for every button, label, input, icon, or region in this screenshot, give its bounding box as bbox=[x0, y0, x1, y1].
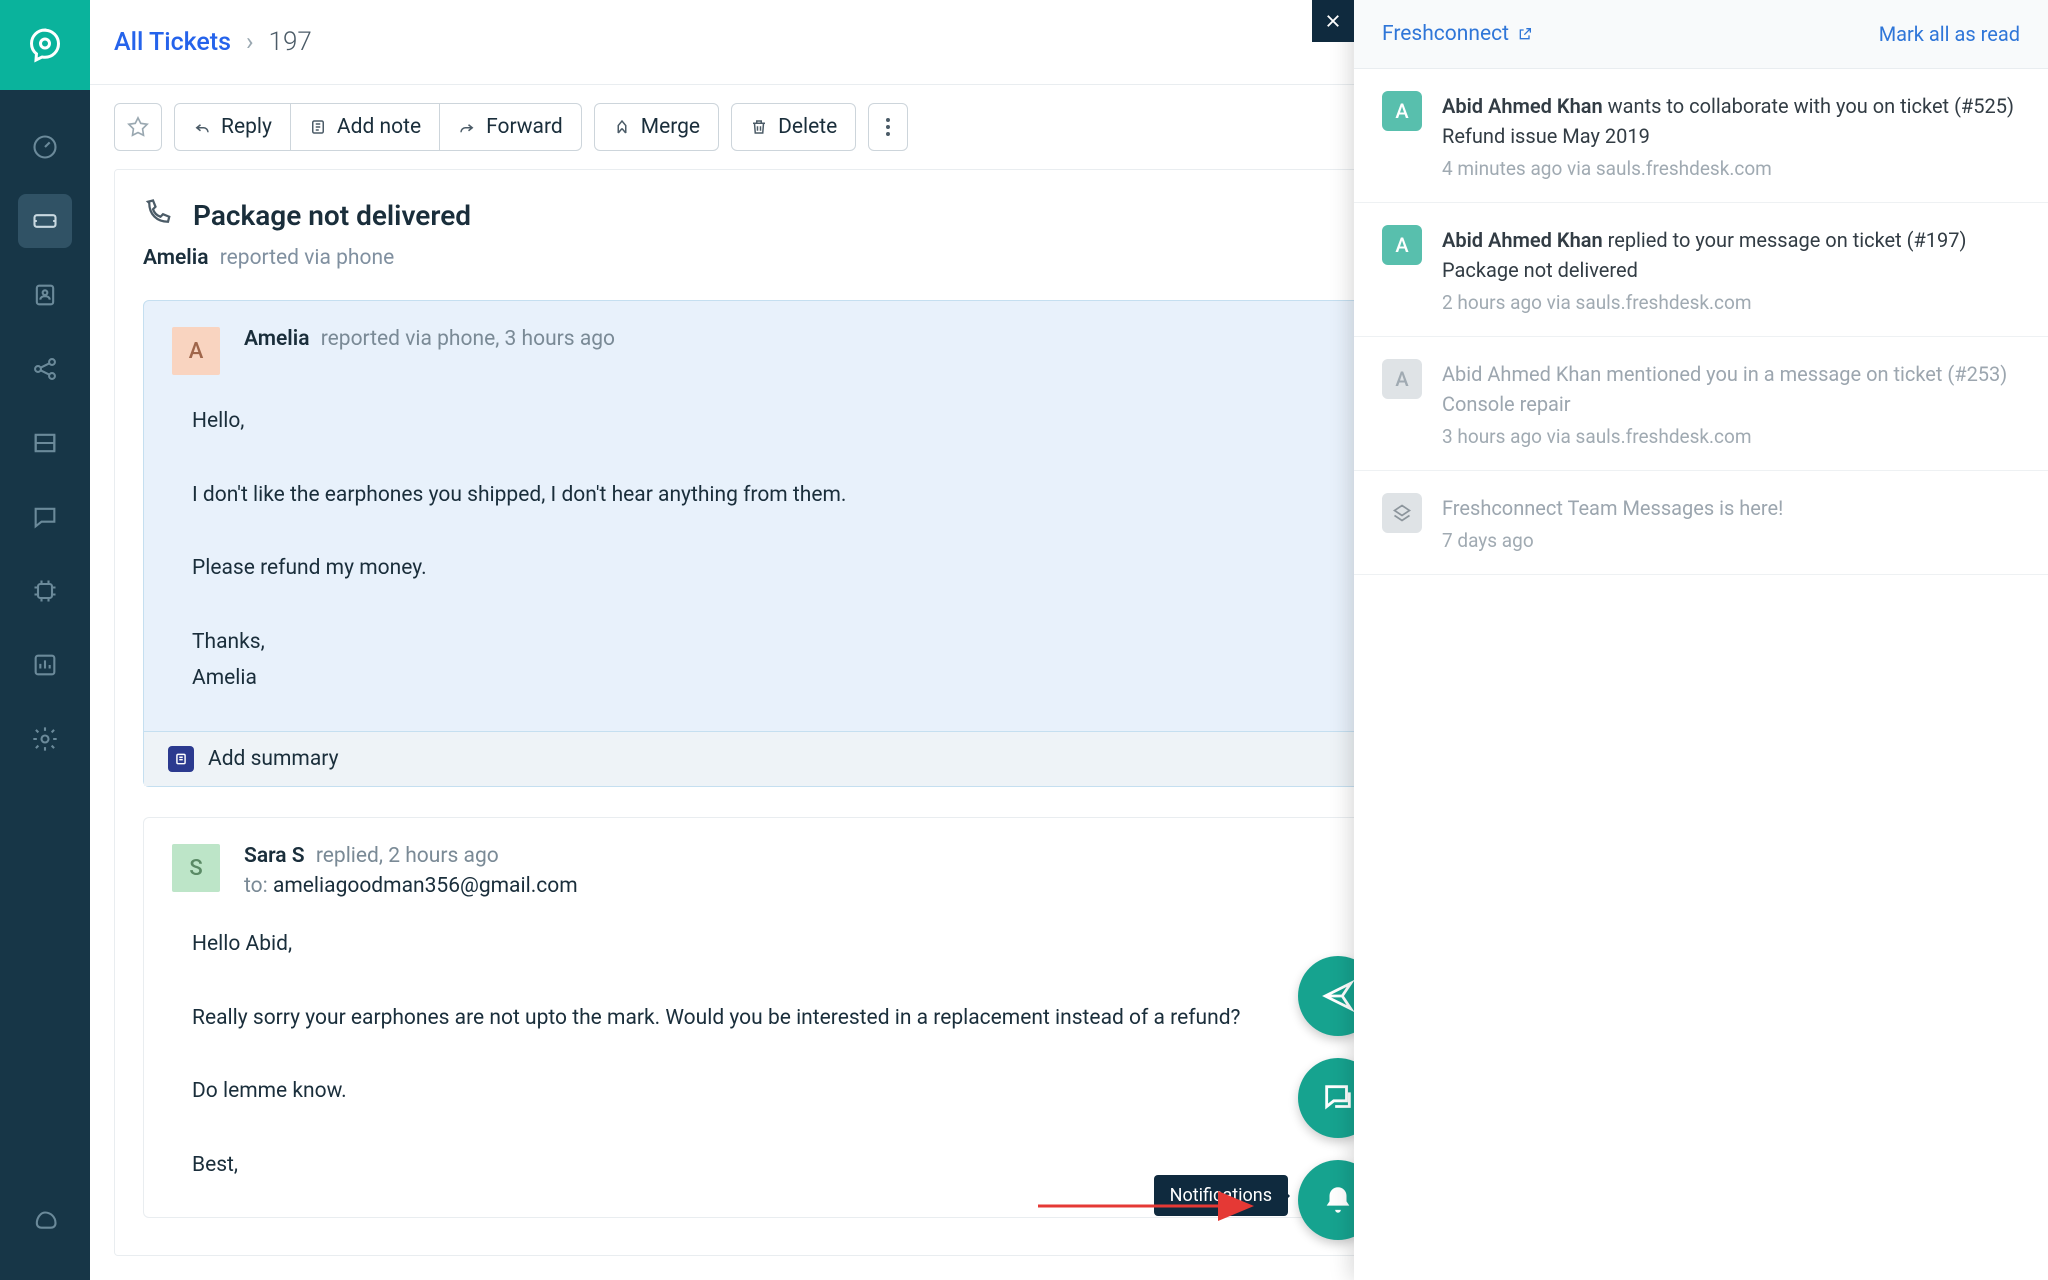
external-link-icon bbox=[1517, 26, 1533, 42]
summary-icon bbox=[168, 746, 194, 772]
to-label: to: bbox=[244, 874, 268, 898]
notif-body: Freshconnect Team Messages is here! bbox=[1442, 493, 1783, 523]
phone-icon bbox=[143, 198, 173, 232]
reporter-via: reported via phone bbox=[220, 246, 395, 270]
reporter-name: Amelia bbox=[143, 246, 209, 270]
annotation-arrow bbox=[1038, 1186, 1268, 1226]
notif-actor: Abid Ahmed Khan bbox=[1442, 228, 1603, 252]
notif-avatar: A bbox=[1382, 359, 1422, 399]
notif-avatar: A bbox=[1382, 91, 1422, 131]
ticket-title: Package not delivered bbox=[193, 199, 471, 232]
add-summary-label: Add summary bbox=[208, 747, 339, 771]
msg-author: Amelia bbox=[244, 327, 310, 351]
delete-button[interactable]: Delete bbox=[731, 103, 856, 151]
merge-label: Merge bbox=[641, 115, 700, 139]
chevron-right-icon: › bbox=[246, 28, 254, 57]
notif-meta: 3 hours ago via sauls.freshdesk.com bbox=[1442, 425, 2020, 448]
more-button[interactable] bbox=[868, 103, 908, 151]
nav-contacts-icon[interactable] bbox=[18, 268, 72, 322]
close-button[interactable] bbox=[1312, 0, 1354, 42]
nav-social-icon[interactable] bbox=[18, 342, 72, 396]
add-note-button[interactable]: Add note bbox=[291, 103, 440, 151]
notif-actor: Abid Ahmed Khan bbox=[1442, 362, 1601, 386]
notif-meta: 4 minutes ago via sauls.freshdesk.com bbox=[1442, 157, 2020, 180]
note-icon bbox=[309, 118, 327, 136]
nav-dashboard-icon[interactable] bbox=[18, 120, 72, 174]
forward-icon bbox=[458, 118, 476, 136]
notification-item[interactable]: A Abid Ahmed Khan replied to your messag… bbox=[1354, 203, 2048, 337]
notif-actor: Abid Ahmed Khan bbox=[1442, 94, 1603, 118]
nav-chat-icon[interactable] bbox=[18, 490, 72, 544]
delete-label: Delete bbox=[778, 115, 837, 139]
msg-meta: reported via phone, 3 hours ago bbox=[321, 327, 615, 351]
notification-item[interactable]: A Abid Ahmed Khan mentioned you in a mes… bbox=[1354, 337, 2048, 471]
nav-tickets-icon[interactable] bbox=[18, 194, 72, 248]
logo[interactable] bbox=[0, 0, 90, 90]
nav-settings-icon[interactable] bbox=[18, 712, 72, 766]
reply-icon bbox=[193, 118, 211, 136]
notif-avatar-system bbox=[1382, 493, 1422, 533]
nav-freshworks-icon[interactable] bbox=[18, 1196, 72, 1250]
nav-automation-icon[interactable] bbox=[18, 564, 72, 618]
add-note-label: Add note bbox=[337, 115, 421, 139]
notif-brand-link[interactable]: Freshconnect bbox=[1382, 22, 1533, 46]
mark-all-read-link[interactable]: Mark all as read bbox=[1879, 22, 2020, 46]
notification-item[interactable]: A Abid Ahmed Khan wants to collaborate w… bbox=[1354, 69, 2048, 203]
notif-meta: 7 days ago bbox=[1442, 529, 1783, 552]
merge-button[interactable]: Merge bbox=[594, 103, 719, 151]
trash-icon bbox=[750, 118, 768, 136]
sidebar bbox=[0, 0, 90, 1280]
star-button[interactable] bbox=[114, 103, 162, 151]
notif-meta: 2 hours ago via sauls.freshdesk.com bbox=[1442, 291, 2020, 314]
msg-author: Sara S bbox=[244, 844, 305, 868]
breadcrumb-ticket-id: 197 bbox=[269, 27, 312, 57]
breadcrumb-root[interactable]: All Tickets bbox=[114, 28, 231, 57]
msg-meta: replied, 2 hours ago bbox=[316, 844, 499, 868]
notifications-panel: Freshconnect Mark all as read A Abid Ahm… bbox=[1354, 0, 2048, 1280]
reply-button[interactable]: Reply bbox=[174, 103, 291, 151]
forward-button[interactable]: Forward bbox=[440, 103, 582, 151]
notification-item[interactable]: Freshconnect Team Messages is here! 7 da… bbox=[1354, 471, 2048, 575]
avatar: S bbox=[172, 844, 220, 892]
notif-avatar: A bbox=[1382, 225, 1422, 265]
avatar: A bbox=[172, 327, 220, 375]
nav-solutions-icon[interactable] bbox=[18, 416, 72, 470]
to-email: ameliagoodman356@gmail.com bbox=[273, 874, 578, 898]
merge-icon bbox=[613, 118, 631, 136]
reply-label: Reply bbox=[221, 115, 272, 139]
forward-label: Forward bbox=[486, 115, 563, 139]
nav-analytics-icon[interactable] bbox=[18, 638, 72, 692]
